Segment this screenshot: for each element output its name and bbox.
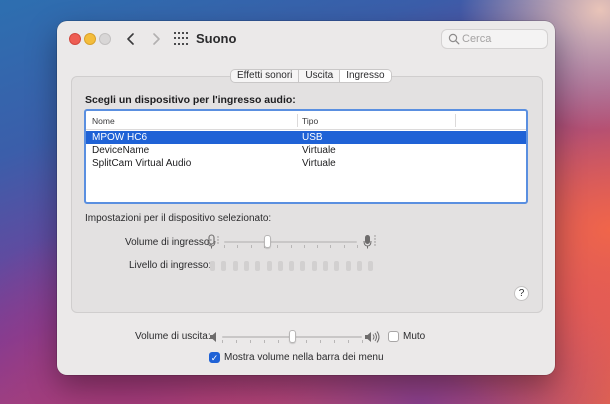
tab-output[interactable]: Uscita xyxy=(299,70,341,82)
forward-button[interactable] xyxy=(146,29,166,49)
device-type: Virtuale xyxy=(302,145,336,156)
table-header: Nome Tipo xyxy=(86,111,526,130)
level-bar xyxy=(255,261,261,271)
slider-tick xyxy=(264,340,265,343)
sound-preferences-window: Suono Cerca Effetti sonori Uscita Ingres… xyxy=(57,21,555,375)
tab-bar: Effetti sonori Uscita Ingresso xyxy=(230,69,392,83)
input-volume-slider-knob[interactable] xyxy=(263,235,271,248)
level-bar xyxy=(289,261,295,271)
slider-tick xyxy=(343,245,345,248)
show-all-grid-icon[interactable] xyxy=(174,32,188,46)
input-device-table[interactable]: Nome Tipo MPOW HC6 USB DeviceName Virtua… xyxy=(84,109,528,204)
search-field[interactable]: Cerca xyxy=(441,29,548,49)
back-button[interactable] xyxy=(121,29,141,49)
column-header-type[interactable]: Tipo xyxy=(302,116,318,126)
level-bar xyxy=(300,261,306,271)
help-button[interactable]: ? xyxy=(514,286,529,301)
speaker-high-icon xyxy=(365,331,380,343)
input-volume-label: Volume di ingresso: xyxy=(125,237,213,248)
output-volume-label: Volume di uscita: xyxy=(135,331,211,342)
device-name: SplitCam Virtual Audio xyxy=(92,158,192,169)
input-section-title: Scegli un dispositivo per l'ingresso aud… xyxy=(85,94,296,106)
selected-device-settings-label: Impostazioni per il dispositivo selezion… xyxy=(85,213,272,224)
slider-tick xyxy=(330,245,332,248)
show-volume-menubar-checkbox[interactable]: ✓ xyxy=(209,352,220,363)
level-bar xyxy=(368,261,374,271)
slider-tick xyxy=(277,245,279,248)
slider-tick xyxy=(317,245,319,248)
mute-checkbox[interactable] xyxy=(388,331,399,342)
tab-input[interactable]: Ingresso xyxy=(340,70,391,82)
device-type: USB xyxy=(302,132,323,143)
search-placeholder: Cerca xyxy=(462,33,492,45)
speaker-low-icon xyxy=(210,332,216,342)
show-volume-menubar-label: Mostra volume nella barra dei menu xyxy=(224,352,384,363)
column-separator xyxy=(455,114,456,127)
microphone-low-icon xyxy=(207,234,219,249)
titlebar: Suono Cerca xyxy=(57,21,555,57)
table-row[interactable]: DeviceName Virtuale xyxy=(86,144,526,157)
level-bar xyxy=(277,261,283,271)
slider-tick xyxy=(348,340,349,343)
slider-tick xyxy=(303,245,305,248)
search-icon xyxy=(448,33,460,45)
slider-tick xyxy=(278,340,279,343)
table-row[interactable]: MPOW HC6 USB xyxy=(86,131,526,144)
slider-tick xyxy=(334,340,335,343)
slider-tick xyxy=(224,245,225,248)
slider-tick xyxy=(250,340,251,343)
slider-tick xyxy=(290,245,292,248)
chevron-left-icon xyxy=(127,33,134,45)
level-bar xyxy=(210,261,215,271)
slider-tick xyxy=(362,340,363,343)
level-bar xyxy=(356,261,362,271)
device-type: Virtuale xyxy=(302,158,336,169)
output-volume-slider-knob[interactable] xyxy=(289,330,296,343)
window-title: Suono xyxy=(196,31,237,46)
column-separator xyxy=(297,114,298,127)
level-bar xyxy=(221,261,227,271)
level-bar xyxy=(334,261,340,271)
column-header-name[interactable]: Nome xyxy=(92,116,115,126)
level-bar xyxy=(232,261,238,271)
level-bar xyxy=(243,261,249,271)
zoom-button[interactable] xyxy=(99,33,111,45)
level-bar xyxy=(345,261,351,271)
mute-label: Muto xyxy=(403,331,426,342)
table-row[interactable]: SplitCam Virtual Audio Virtuale xyxy=(86,157,526,170)
input-volume-slider-track[interactable] xyxy=(224,241,357,243)
device-name: DeviceName xyxy=(92,145,150,156)
slider-tick xyxy=(222,340,223,343)
chevron-right-icon xyxy=(153,33,160,45)
slider-tick xyxy=(237,245,239,248)
slider-tick xyxy=(320,340,321,343)
close-button[interactable] xyxy=(69,33,81,45)
slider-tick xyxy=(250,245,252,248)
level-bar xyxy=(311,261,317,271)
slider-tick xyxy=(236,340,237,343)
slider-tick xyxy=(306,340,307,343)
input-level-label: Livello di ingresso: xyxy=(129,260,212,271)
level-bar xyxy=(266,261,272,271)
tab-sound-effects[interactable]: Effetti sonori xyxy=(231,70,300,82)
microphone-high-icon xyxy=(363,235,376,249)
device-name: MPOW HC6 xyxy=(92,132,147,143)
level-bar xyxy=(323,261,328,271)
minimize-button[interactable] xyxy=(84,33,96,45)
slider-tick xyxy=(357,245,358,248)
